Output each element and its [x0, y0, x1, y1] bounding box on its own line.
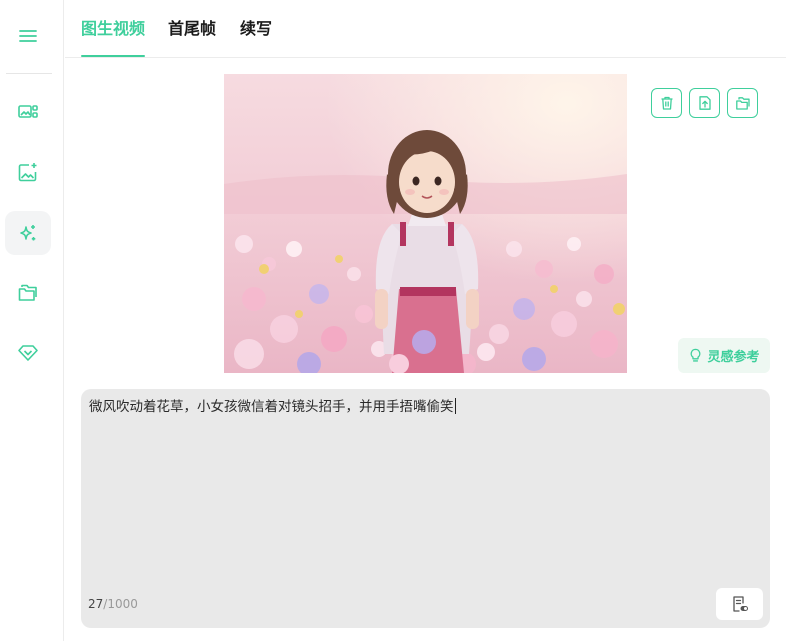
image-grid-icon — [18, 105, 38, 118]
sidebar-item-image-generate[interactable] — [5, 150, 51, 194]
image-sparkle-icon — [18, 163, 37, 182]
sidebar-item-image-grid[interactable] — [5, 90, 51, 134]
lightbulb-icon — [691, 348, 701, 362]
sidebar-item-vip[interactable] — [5, 330, 51, 374]
prompt-settings-button[interactable] — [716, 588, 763, 620]
inspiration-label: 灵感参考 — [707, 350, 760, 365]
upload-icon — [698, 96, 711, 110]
inspiration-button[interactable]: 灵感参考 — [678, 338, 770, 373]
character-count: 27 — [88, 597, 104, 611]
menu-button[interactable] — [5, 14, 51, 58]
diamond-icon — [18, 345, 38, 361]
uploaded-image-preview — [224, 74, 627, 373]
prompt-textarea[interactable]: 微风吹动着花草，小女孩微信着对镜头招手，并用手捂嘴偷笑 27/1000 — [81, 389, 770, 628]
folder-icon — [18, 284, 37, 301]
tab-image-to-video[interactable]: 图生视频 — [81, 18, 146, 58]
upload-image-button[interactable] — [689, 88, 720, 118]
sidebar-item-ai-video[interactable] — [5, 211, 51, 255]
sidebar-item-assets[interactable] — [5, 270, 51, 314]
character-max: /1000 — [103, 597, 138, 611]
document-settings-icon — [732, 596, 748, 612]
tab-first-last-frame[interactable]: 首尾帧 — [168, 18, 216, 58]
text-caret — [454, 398, 456, 414]
menu-icon — [19, 30, 37, 42]
choose-from-assets-button[interactable] — [727, 88, 758, 118]
delete-image-button[interactable] — [651, 88, 682, 118]
prompt-text-wrapper: 微风吹动着花草，小女孩微信着对镜头招手，并用手捂嘴偷笑 — [89, 398, 456, 416]
folder-icon — [735, 97, 750, 110]
preview-illustration — [224, 74, 627, 373]
sparkles-icon — [20, 225, 36, 241]
tab-continue[interactable]: 续写 — [240, 18, 272, 58]
mode-tabs: 图生视频 首尾帧 续写 — [65, 0, 786, 58]
sidebar — [0, 0, 64, 641]
trash-icon — [661, 96, 672, 110]
sidebar-divider — [6, 73, 52, 74]
character-counter: 27/1000 — [88, 597, 138, 611]
prompt-text: 微风吹动着花草，小女孩微信着对镜头招手，并用手捂嘴偷笑 — [89, 399, 454, 415]
